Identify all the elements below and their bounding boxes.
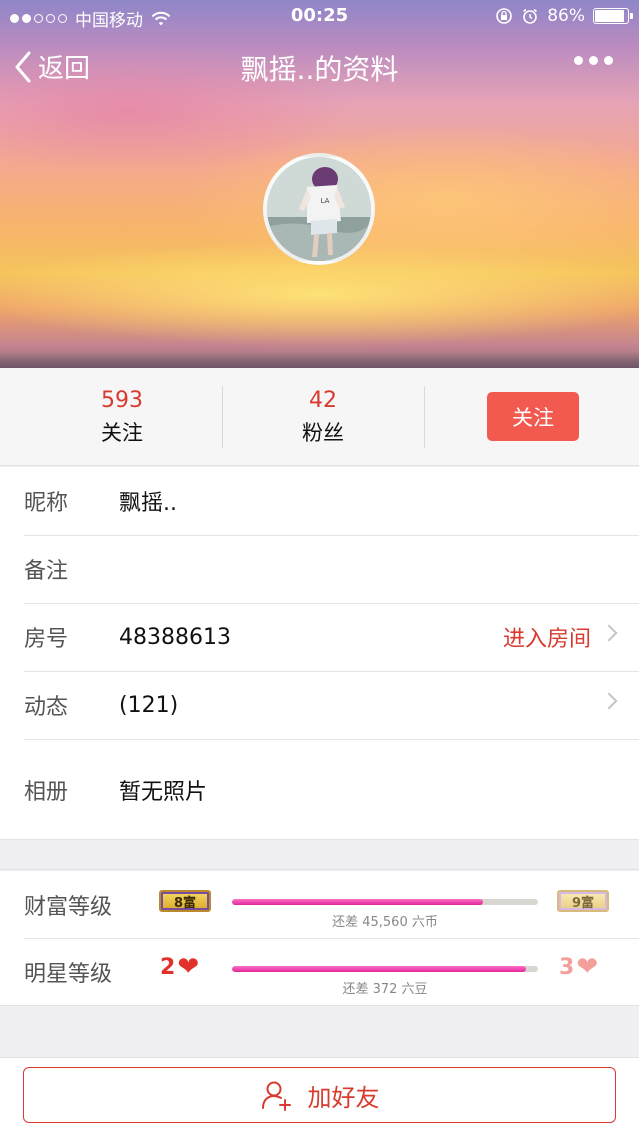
star-level-row: 明星等级 2 ❤ 还差 372 六豆 3 ❤	[0, 938, 639, 1005]
alarm-icon	[523, 8, 538, 24]
page-title: 飘摇..的资料	[240, 53, 399, 86]
add-friend-button[interactable]: 加好友	[23, 1067, 616, 1123]
more-dot-icon	[589, 56, 598, 65]
add-friend-label: 加好友	[307, 1083, 380, 1112]
back-button[interactable]: 返回	[14, 48, 90, 85]
battery-percent: 86%	[547, 6, 585, 26]
followers-count: 42	[309, 388, 337, 413]
star-progress-bar	[232, 966, 538, 972]
chevron-right-icon	[600, 692, 618, 710]
activity-count: (121)	[119, 692, 179, 718]
wealth-level-row: 财富等级 8富 还差 45,560 六币 9富	[0, 871, 639, 938]
following-stat[interactable]: 593 关注	[22, 368, 222, 466]
followers-label: 粉丝	[302, 421, 344, 445]
wealth-level-label: 财富等级	[24, 895, 113, 920]
star-progress-fill	[232, 966, 526, 972]
remark-row[interactable]: 备注	[0, 535, 639, 603]
wealth-progress-bar	[232, 899, 538, 905]
following-label: 关注	[101, 421, 143, 445]
status-right: 86%	[495, 6, 633, 26]
navigation-bar: 返回 飘摇..的资料	[0, 34, 639, 98]
heart-icon: ❤	[177, 952, 200, 982]
wealth-next-badge-icon: 9富	[557, 890, 609, 912]
levels-section: 财富等级 8富 还差 45,560 六币 9富 明星等级 2 ❤ 还差 372 …	[0, 871, 639, 1006]
album-value: 暂无照片	[119, 780, 208, 805]
wealth-current-badge-icon: 8富	[159, 890, 211, 912]
wealth-progress-fill	[232, 899, 483, 905]
remark-label: 备注	[24, 559, 69, 584]
room-number: 48388613	[119, 624, 231, 650]
room-label: 房号	[24, 627, 69, 652]
nickname-row: 昵称 飘摇..	[0, 467, 639, 535]
star-remaining-note: 还差 372 六豆	[342, 982, 428, 997]
profile-info-list: 昵称 飘摇.. 备注 房号 48388613 进入房间 动态 (121) 相册 …	[0, 467, 639, 841]
rotation-lock-icon	[496, 8, 513, 24]
star-next-level: 3 ❤	[559, 954, 598, 980]
more-dot-icon	[574, 56, 583, 65]
user-avatar[interactable]: LA	[263, 153, 375, 265]
followers-stat[interactable]: 42 粉丝	[223, 368, 423, 466]
star-current-level: 2 ❤	[160, 954, 199, 980]
avatar-photo: LA	[267, 157, 371, 261]
more-dot-icon	[604, 56, 613, 65]
follow-button[interactable]: 关注	[487, 392, 579, 441]
wealth-remaining-note: 还差 45,560 六币	[332, 915, 438, 930]
nickname-value: 飘摇..	[119, 491, 177, 516]
horizon	[0, 352, 639, 368]
section-gap	[0, 839, 639, 870]
activity-label: 动态	[24, 695, 69, 720]
star-current-number: 2	[160, 954, 176, 980]
add-user-icon	[261, 1081, 291, 1111]
heart-icon: ❤	[576, 952, 599, 982]
chevron-left-icon	[15, 51, 31, 82]
room-row[interactable]: 房号 48388613 进入房间	[0, 603, 639, 671]
following-count: 593	[101, 388, 143, 413]
activity-row[interactable]: 动态 (121)	[0, 671, 639, 739]
battery-icon	[593, 8, 633, 24]
more-options-button[interactable]	[574, 56, 613, 65]
nickname-label: 昵称	[24, 491, 69, 516]
album-row[interactable]: 相册 暂无照片	[0, 739, 639, 841]
back-label: 返回	[38, 54, 91, 84]
star-next-number: 3	[559, 954, 575, 980]
status-bar: 中国移动 00:25 86%	[0, 0, 639, 34]
star-level-label: 明星等级	[24, 962, 113, 987]
album-label: 相册	[24, 780, 69, 805]
enter-room-link[interactable]: 进入房间	[503, 621, 591, 653]
chevron-right-icon	[600, 624, 618, 642]
svg-text:LA: LA	[321, 197, 330, 205]
divider	[424, 386, 425, 448]
